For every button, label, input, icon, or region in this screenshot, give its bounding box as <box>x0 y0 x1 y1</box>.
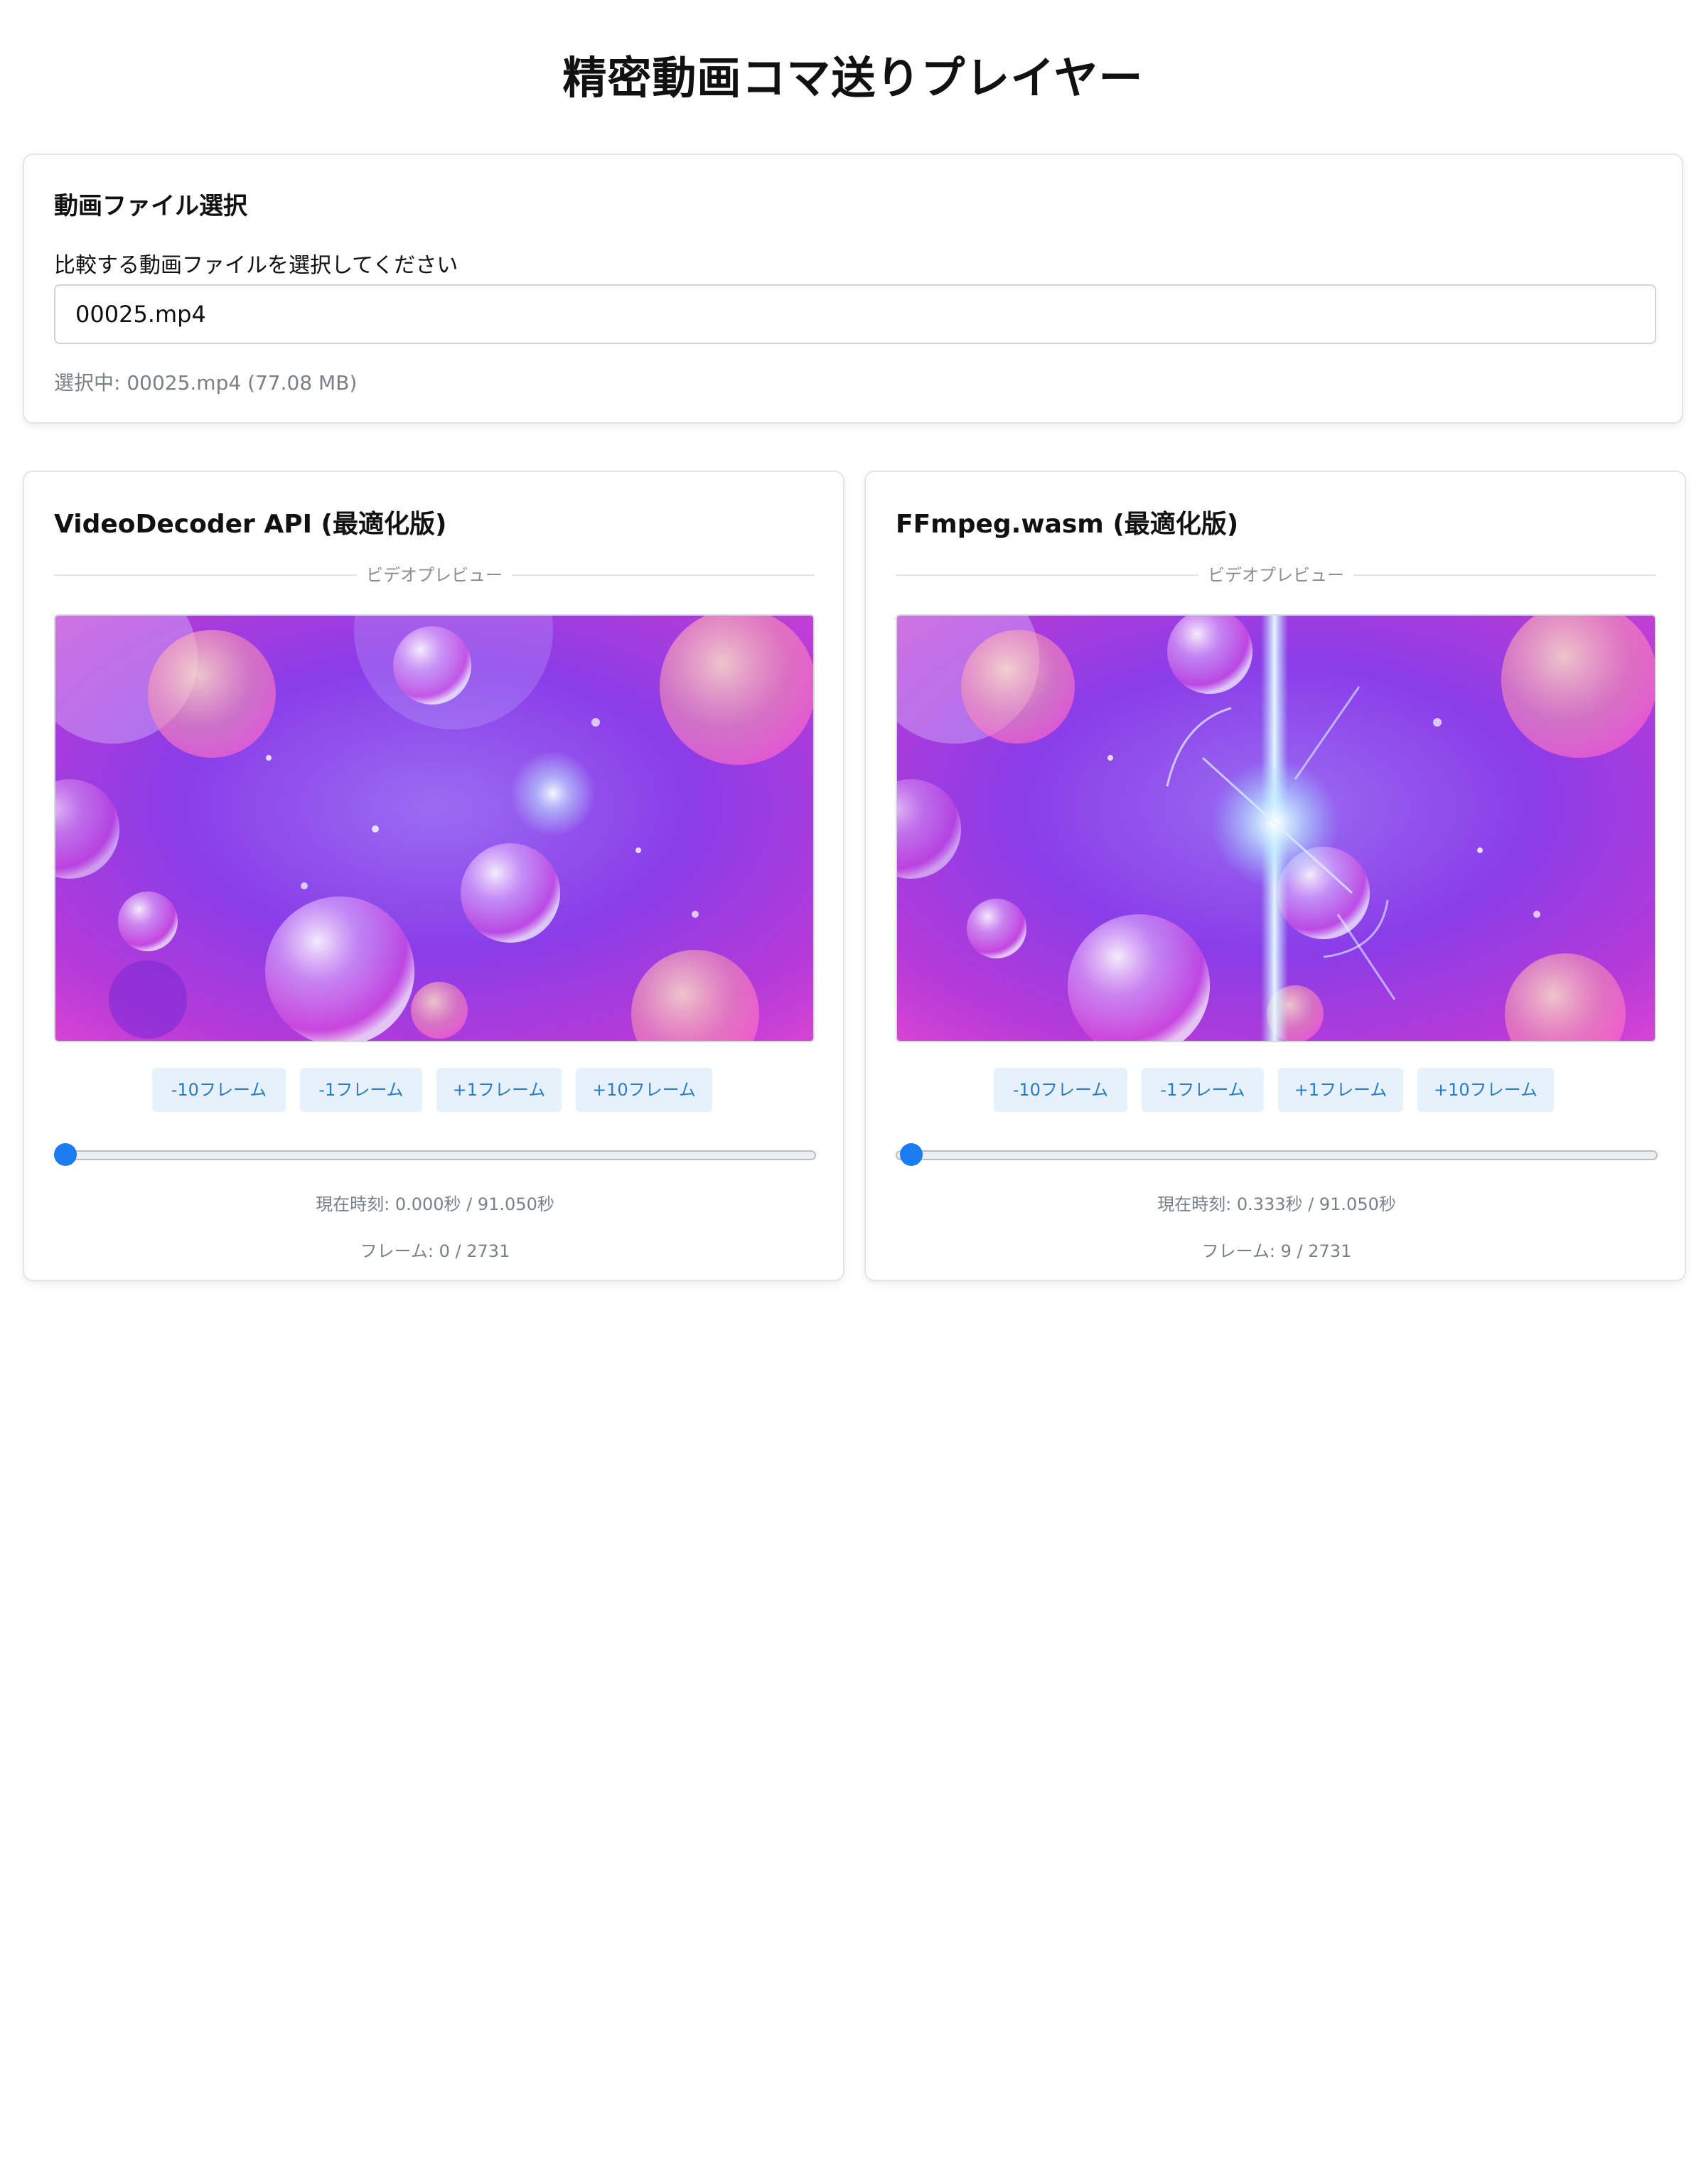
preview-divider: ビデオプレビュー <box>896 564 1656 586</box>
forward-1-frame-button[interactable]: +1フレーム <box>1278 1068 1403 1112</box>
videodecoder-player-card: VideoDecoder API (最適化版) ビデオプレビュー -10フレーム… <box>23 471 844 1281</box>
frame-counter-text: フレーム: 9 / 2731 <box>1201 1241 1352 1261</box>
selected-file-info: 選択中: 00025.mp4 (77.08 MB) <box>54 371 358 395</box>
frame-step-controls: -10フレーム -1フレーム +1フレーム +10フレーム <box>896 1068 1656 1112</box>
player-title: FFmpeg.wasm (最適化版) <box>896 510 1239 539</box>
preview-divider: ビデオプレビュー <box>54 564 815 586</box>
page-title: 精密動画コマ送りプレイヤー <box>562 52 1144 104</box>
video-preview <box>896 614 1656 1042</box>
back-1-frame-button[interactable]: -1フレーム <box>1142 1068 1264 1112</box>
ffmpeg-player-card: FFmpeg.wasm (最適化版) ビデオプレビュー -10フレーム -1フレ… <box>864 471 1686 1281</box>
file-input[interactable]: 00025.mp4 <box>54 284 1656 344</box>
seek-thumb[interactable] <box>54 1143 77 1166</box>
file-field-label: 比較する動画ファイルを選択してください <box>54 253 458 278</box>
forward-1-frame-button[interactable]: +1フレーム <box>436 1068 562 1112</box>
video-preview <box>54 614 815 1042</box>
frame-step-controls: -10フレーム -1フレーム +1フレーム +10フレーム <box>54 1068 815 1112</box>
current-time-text: 現在時刻: 0.000秒 / 91.050秒 <box>316 1194 554 1214</box>
back-10-frames-button[interactable]: -10フレーム <box>152 1068 286 1112</box>
forward-10-frames-button[interactable]: +10フレーム <box>1417 1068 1554 1112</box>
seek-slider[interactable] <box>896 1140 1658 1169</box>
back-1-frame-button[interactable]: -1フレーム <box>300 1068 422 1112</box>
current-time-text: 現在時刻: 0.333秒 / 91.050秒 <box>1157 1194 1396 1214</box>
frame-counter-text: フレーム: 0 / 2731 <box>360 1241 510 1261</box>
forward-10-frames-button[interactable]: +10フレーム <box>576 1068 712 1112</box>
seek-thumb[interactable] <box>900 1143 923 1166</box>
back-10-frames-button[interactable]: -10フレーム <box>994 1068 1127 1112</box>
seek-slider[interactable] <box>54 1140 816 1169</box>
file-section-title: 動画ファイル選択 <box>54 192 247 220</box>
file-select-card: 動画ファイル選択 比較する動画ファイルを選択してください 00025.mp4 選… <box>23 154 1683 424</box>
seek-track[interactable] <box>896 1150 1658 1160</box>
seek-track[interactable] <box>54 1150 816 1160</box>
player-title: VideoDecoder API (最適化版) <box>54 510 447 539</box>
